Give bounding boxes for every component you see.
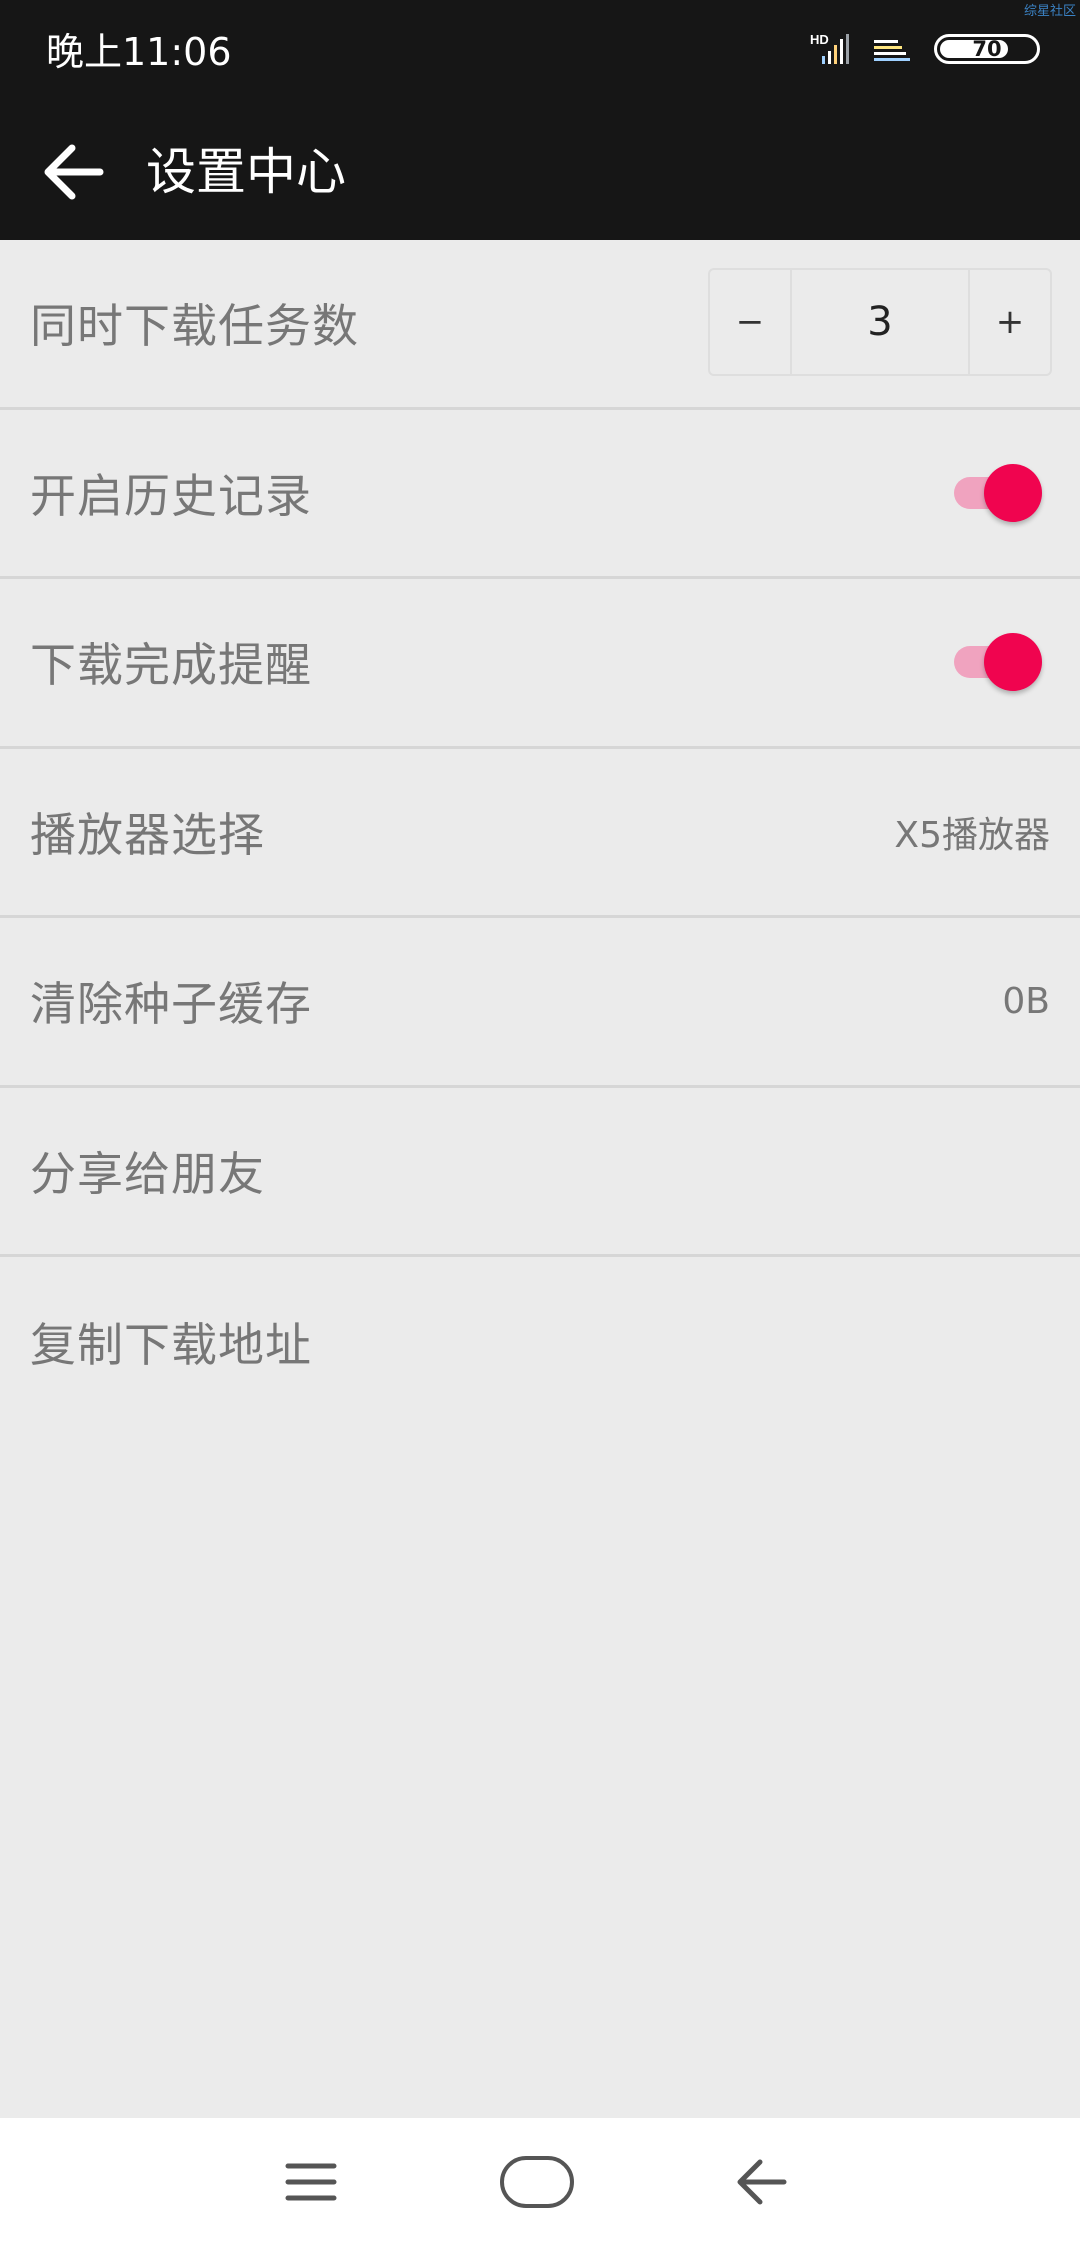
cache-size-value: 0B bbox=[1002, 980, 1050, 1022]
status-time: 晚上11:06 bbox=[46, 30, 232, 74]
setting-clear-cache[interactable]: 清除种子缓存 0B bbox=[0, 918, 1080, 1088]
player-value: X5播放器 bbox=[894, 814, 1050, 856]
back-icon[interactable] bbox=[716, 2142, 806, 2222]
setting-copy-url[interactable]: 复制下载地址 bbox=[0, 1257, 1080, 1427]
setting-download-notify[interactable]: 下载完成提醒 bbox=[0, 579, 1080, 749]
setting-label: 播放器选择 bbox=[30, 807, 265, 862]
setting-share[interactable]: 分享给朋友 bbox=[0, 1088, 1080, 1257]
increment-button[interactable]: + bbox=[970, 270, 1050, 374]
history-toggle[interactable] bbox=[954, 463, 1042, 522]
setting-label: 下载完成提醒 bbox=[30, 638, 312, 693]
battery-icon: 70 bbox=[934, 34, 1040, 64]
setting-label: 复制下载地址 bbox=[30, 1317, 312, 1372]
decrement-button[interactable]: − bbox=[710, 270, 790, 374]
home-icon[interactable] bbox=[492, 2142, 582, 2222]
menu-icon[interactable] bbox=[266, 2142, 356, 2222]
signal-icon: HD bbox=[810, 32, 849, 64]
setting-label: 分享给朋友 bbox=[30, 1146, 265, 1201]
setting-label: 同时下载任务数 bbox=[30, 299, 359, 354]
data-speed-icon bbox=[874, 40, 910, 61]
setting-label: 开启历史记录 bbox=[30, 468, 312, 523]
stepper-value: 3 bbox=[790, 270, 970, 374]
setting-history[interactable]: 开启历史记录 bbox=[0, 410, 1080, 579]
status-bar: 晚上11:06 综星社区 HD 70 bbox=[0, 0, 1080, 104]
corner-watermark: 综星社区 bbox=[1023, 4, 1076, 19]
settings-list: 同时下载任务数 − 3 + 开启历史记录 下载完成提醒 播放器选择 X5播放器 … bbox=[0, 240, 1080, 1427]
setting-player[interactable]: 播放器选择 X5播放器 bbox=[0, 749, 1080, 918]
arrow-left-icon[interactable] bbox=[36, 134, 112, 210]
setting-label: 清除种子缓存 bbox=[30, 977, 312, 1032]
toolbar: 设置中心 bbox=[0, 104, 1080, 240]
network-badge: HD bbox=[810, 32, 829, 47]
concurrent-downloads-stepper: − 3 + bbox=[708, 268, 1052, 376]
setting-concurrent-downloads: 同时下载任务数 − 3 + bbox=[0, 240, 1080, 410]
page-title: 设置中心 bbox=[146, 143, 346, 201]
status-icons: HD 70 bbox=[810, 24, 1040, 74]
system-nav-bar bbox=[0, 2118, 1080, 2248]
download-notify-toggle[interactable] bbox=[954, 633, 1042, 692]
battery-level: 70 bbox=[972, 37, 1002, 61]
